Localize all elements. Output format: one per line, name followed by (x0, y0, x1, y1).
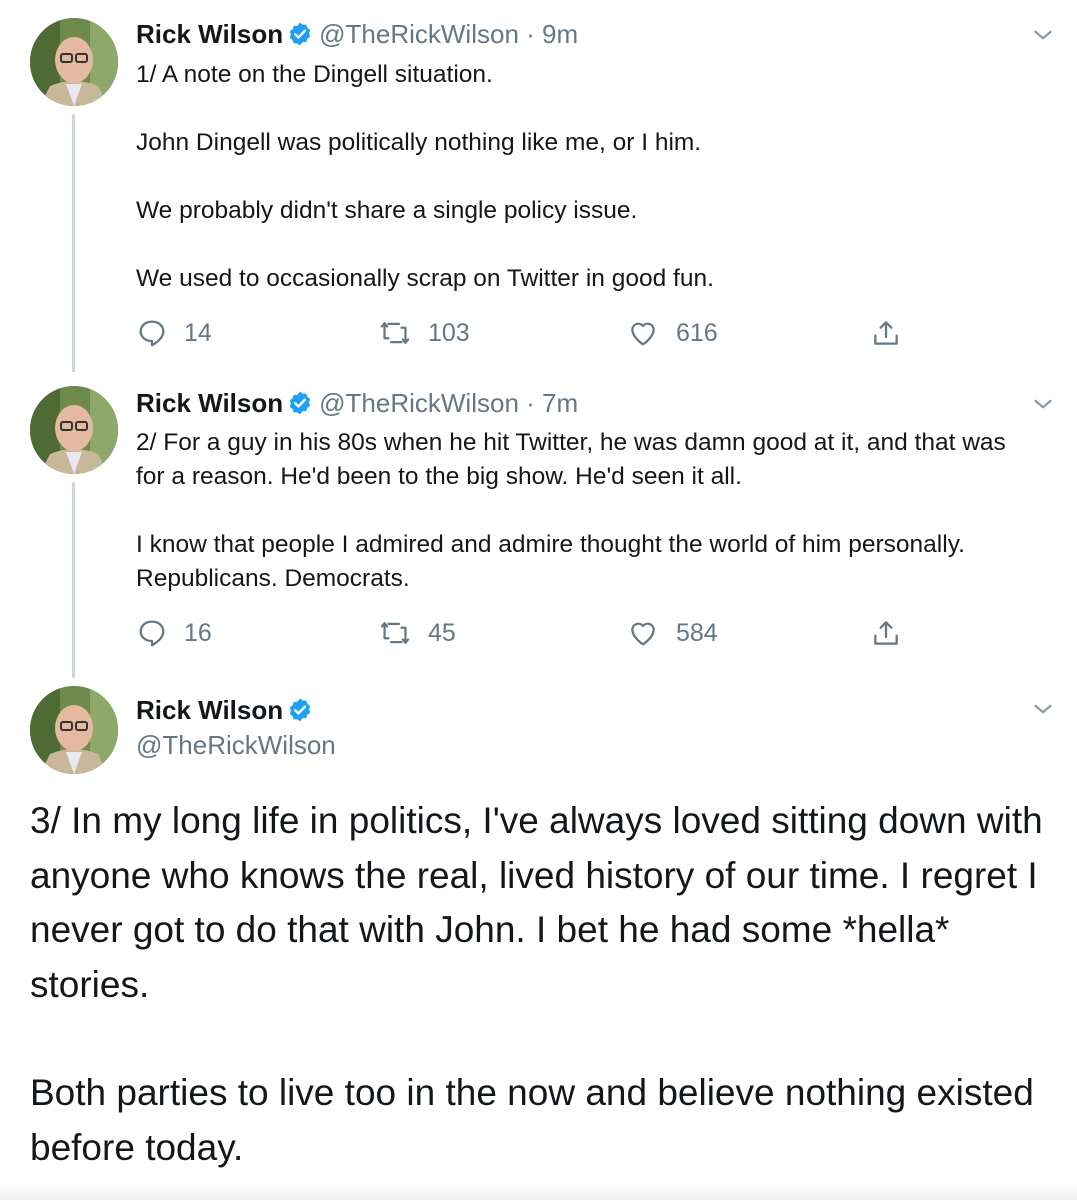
tweet-text: 1/ A note on the Dingell situation. John… (136, 58, 1036, 296)
chevron-down-icon[interactable] (1030, 22, 1056, 48)
timestamp[interactable]: 7m (542, 388, 578, 418)
tweet-header: Rick Wilson @TheRickWilson · 9m (136, 18, 578, 54)
verified-badge-icon (287, 390, 313, 423)
retweet-icon (380, 322, 410, 344)
retweet-icon (380, 622, 410, 644)
timestamp[interactable]: 9m (542, 19, 578, 49)
verified-badge-icon (287, 697, 313, 730)
like-count: 584 (676, 618, 718, 647)
tweet-paragraph: 2/ For a guy in his 80s when he hit Twit… (136, 429, 1006, 490)
tweet-paragraph: 3/ In my long life in politics, I've alw… (30, 800, 1043, 1005)
share-button[interactable] (870, 315, 918, 351)
tweet-paragraph: I know that people I admired and admire … (136, 531, 965, 592)
tweet-actions: 16 45 584 (136, 615, 916, 651)
separator: · (526, 19, 535, 49)
display-name[interactable]: Rick Wilson (136, 388, 283, 418)
bottom-edge (0, 1182, 1077, 1200)
tweet-text: 3/ In my long life in politics, I've alw… (30, 794, 1060, 1175)
separator: · (526, 388, 535, 418)
tweet-paragraph: We used to occasionally scrap on Twitter… (136, 265, 714, 292)
avatar[interactable] (30, 686, 118, 774)
display-name[interactable]: Rick Wilson (136, 19, 283, 49)
share-icon (874, 621, 898, 645)
chevron-down-icon[interactable] (1030, 696, 1056, 722)
like-count: 616 (676, 318, 718, 347)
tweet-actions: 14 103 616 (136, 315, 916, 351)
heart-icon (631, 622, 655, 646)
like-button[interactable]: 616 (626, 315, 718, 351)
tweet-paragraph: We probably didn't share a single policy… (136, 197, 638, 224)
user-handle[interactable]: @TheRickWilson (319, 19, 519, 49)
retweet-count: 45 (428, 618, 456, 647)
display-name[interactable]: Rick Wilson (136, 695, 283, 725)
reply-button[interactable]: 14 (136, 315, 212, 351)
share-button[interactable] (870, 615, 918, 651)
avatar[interactable] (30, 386, 118, 474)
reply-count: 16 (184, 618, 212, 647)
tweet-paragraph: 1/ A note on the Dingell situation. (136, 61, 493, 88)
heart-icon (631, 322, 655, 346)
tweet-header: Rick Wilson (136, 694, 319, 730)
retweet-button[interactable]: 103 (378, 315, 470, 351)
reply-icon (139, 620, 165, 647)
retweet-count: 103 (428, 318, 470, 347)
reply-icon (139, 320, 165, 347)
like-button[interactable]: 584 (626, 615, 718, 651)
thread-connector (72, 482, 75, 678)
verified-badge-icon (287, 21, 313, 54)
tweet-paragraph: John Dingell was politically nothing lik… (136, 129, 702, 156)
user-handle[interactable]: @TheRickWilson (136, 730, 336, 761)
share-icon (874, 321, 898, 345)
thread-connector (72, 114, 75, 372)
tweet-header: Rick Wilson @TheRickWilson · 7m (136, 387, 578, 423)
retweet-button[interactable]: 45 (378, 615, 456, 651)
reply-button[interactable]: 16 (136, 615, 212, 651)
chevron-down-icon[interactable] (1030, 391, 1056, 417)
avatar[interactable] (30, 18, 118, 106)
reply-count: 14 (184, 318, 212, 347)
tweet-paragraph: Both parties to live too in the now and … (30, 1072, 1034, 1168)
user-handle[interactable]: @TheRickWilson (319, 388, 519, 418)
tweet-text: 2/ For a guy in his 80s when he hit Twit… (136, 426, 1036, 596)
